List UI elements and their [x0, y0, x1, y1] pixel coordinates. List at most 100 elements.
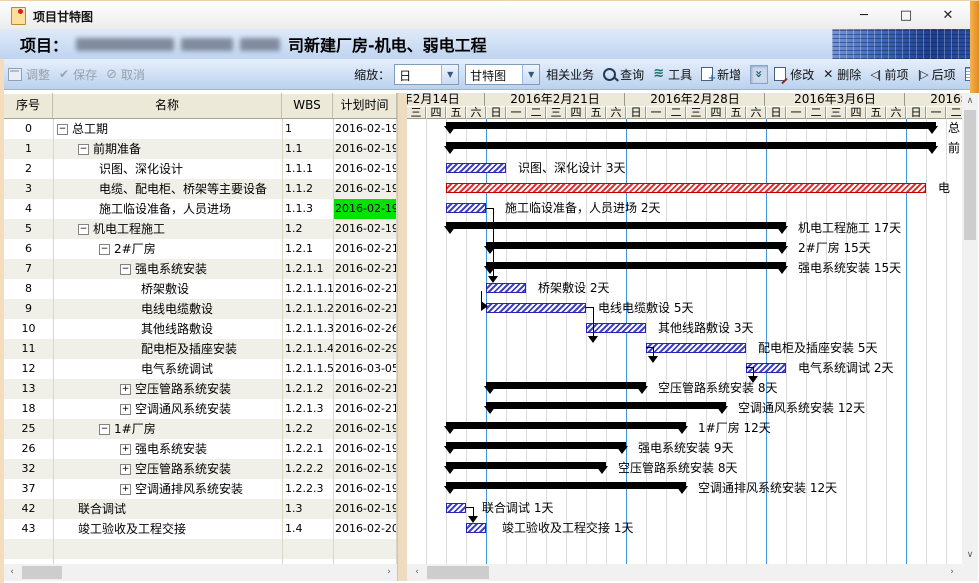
column-header-2[interactable]: 名称 — [53, 93, 282, 118]
expand-icon[interactable]: + — [120, 404, 131, 415]
task-name: 强电系统安装 — [135, 439, 207, 459]
minimize-button[interactable]: ─ — [843, 1, 885, 29]
adjust-icon — [8, 68, 22, 81]
table-row[interactable]: 10其他线路敷设1.2.1.1.32016-02-26 — [4, 319, 397, 339]
table-row[interactable]: 43竣工验收及工程交接1.42016-02-20 — [4, 519, 397, 539]
collapse-icon[interactable]: − — [99, 244, 110, 255]
gantt-summary-bar[interactable] — [446, 482, 686, 489]
gantt-summary-bar[interactable] — [486, 262, 786, 269]
table-row[interactable]: 7−强电系统安装1.2.1.12016-02-21 — [4, 259, 397, 279]
timescale-day-cell: 日 — [486, 106, 506, 119]
delete-button[interactable]: ✕删除 — [823, 66, 861, 83]
table-row[interactable]: 8桥架敷设1.2.1.1.12016-02-21 — [4, 279, 397, 299]
related-business-button[interactable]: 相关业务 — [546, 66, 594, 83]
gantt-summary-bar[interactable] — [446, 462, 606, 469]
collapse-icon[interactable]: − — [57, 124, 68, 135]
gantt-summary-bar[interactable] — [446, 422, 686, 429]
query-button[interactable]: 查询 — [603, 66, 644, 83]
timescale-week-label: 2016年2月21日 — [486, 93, 625, 106]
timescale-day-cell: 三 — [407, 106, 426, 119]
gantt-summary-bar[interactable] — [486, 382, 646, 389]
gantt-task-bar[interactable] — [446, 163, 506, 173]
gantt-summary-bar[interactable] — [446, 222, 786, 229]
table-row[interactable]: 12电气系统调试1.2.1.1.52016-03-05 — [4, 359, 397, 379]
cancel-button[interactable]: ⊘取消 — [106, 66, 145, 83]
scroll-up-icon[interactable]: ∧ — [962, 93, 978, 109]
table-row[interactable]: 26+强电系统安装1.2.2.12016-02-19 — [4, 439, 397, 459]
view-select[interactable]: 甘特图▼ — [465, 64, 540, 85]
table-row[interactable]: 0−总工期12016-02-19 — [4, 119, 397, 139]
zoom-select[interactable]: 日▼ — [394, 64, 459, 85]
gantt-vertical-scrollbar[interactable]: ∧ ∨ — [962, 93, 978, 564]
table-row[interactable]: 4施工临设准备，人员进场1.1.32016-02-19 — [4, 199, 397, 219]
table-row[interactable]: 3电缆、配电柜、桥架等主要设备1.1.22016-02-19 — [4, 179, 397, 199]
table-row[interactable]: 2识图、深化设计1.1.12016-02-19 — [4, 159, 397, 179]
scrollbar-thumb[interactable] — [427, 566, 489, 579]
row-planned-date: 2016-02-21 — [333, 279, 397, 299]
scroll-left-icon[interactable]: ‹ — [409, 564, 425, 581]
gantt-task-bar[interactable] — [446, 183, 926, 193]
gantt-task-bar[interactable] — [646, 343, 746, 353]
table-row[interactable]: 25−1#厂房1.2.22016-02-19 — [4, 419, 397, 439]
expand-icon[interactable]: + — [120, 484, 131, 495]
collapse-icon[interactable]: − — [78, 224, 89, 235]
column-header-3[interactable]: WBS — [282, 93, 333, 118]
gantt-task-bar[interactable] — [486, 283, 526, 293]
table-row[interactable]: 18+空调通风系统安装1.2.1.32016-02-21 — [4, 399, 397, 419]
collapse-icon[interactable]: − — [78, 144, 89, 155]
scroll-left-icon[interactable]: ‹ — [4, 564, 20, 581]
table-row[interactable]: 6−2#厂房1.2.12016-02-21 — [4, 239, 397, 259]
gantt-task-bar[interactable] — [746, 363, 786, 373]
collapse-icon[interactable]: − — [120, 264, 131, 275]
gantt-summary-bar[interactable] — [446, 122, 936, 129]
column-header-4[interactable]: 计划时间 — [333, 93, 397, 118]
table-row[interactable]: 5−机电工程施工1.22016-02-19 — [4, 219, 397, 239]
table-row[interactable]: 37+空调通排风系统安装1.2.2.32016-02-19 — [4, 479, 397, 499]
table-row[interactable]: 1−前期准备1.12016-02-19 — [4, 139, 397, 159]
prev-item-button[interactable]: ◁|前项 — [870, 66, 908, 83]
row-wbs: 1.2.1.1.1 — [282, 279, 333, 299]
table-row[interactable]: 32+空压管路系统安装1.2.2.22016-02-19 — [4, 459, 397, 479]
timescale-day-cell: 三 — [686, 106, 706, 119]
expand-icon[interactable]: + — [120, 444, 131, 455]
table-horizontal-scrollbar[interactable]: ‹ › — [4, 564, 397, 581]
scroll-right-icon[interactable]: › — [944, 564, 960, 581]
table-row[interactable]: 13+空压管路系统安装1.2.1.22016-02-21 — [4, 379, 397, 399]
gantt-summary-bar[interactable] — [446, 142, 936, 149]
close-button[interactable]: ✕ — [927, 1, 969, 29]
scrollbar-thumb[interactable] — [22, 566, 62, 579]
panel-splitter[interactable] — [397, 93, 407, 581]
adjust-button[interactable]: 调整 — [8, 66, 50, 83]
add-button[interactable]: 新增 — [701, 66, 741, 83]
expand-chevron-button[interactable]: » — [750, 65, 768, 84]
column-header-1[interactable]: 序号 — [4, 93, 53, 118]
save-button[interactable]: ✔保存 — [59, 66, 97, 83]
scroll-right-icon[interactable]: › — [381, 564, 397, 581]
expand-icon[interactable]: + — [120, 464, 131, 475]
gantt-summary-bar[interactable] — [486, 402, 726, 409]
gantt-task-bar[interactable] — [486, 303, 586, 313]
modify-button[interactable]: 修改 — [774, 66, 814, 83]
gantt-horizontal-scrollbar[interactable]: ‹ › — [407, 564, 962, 581]
table-row[interactable]: 11配电柜及插座安装1.2.1.1.42016-02-29 — [4, 339, 397, 359]
scrollbar-thumb[interactable] — [964, 110, 976, 240]
chevron-down-icon[interactable]: ▼ — [522, 65, 539, 84]
gantt-task-bar[interactable] — [446, 503, 466, 513]
gantt-task-bar[interactable] — [466, 523, 486, 533]
expand-icon[interactable]: + — [120, 384, 131, 395]
gantt-summary-bar[interactable] — [446, 442, 626, 449]
gantt-summary-bar[interactable] — [486, 242, 786, 249]
gantt-task-bar[interactable] — [586, 323, 646, 333]
table-row[interactable]: 9电线电缆敷设1.2.1.1.22016-02-21 — [4, 299, 397, 319]
next-item-button[interactable]: |▷后项 — [918, 66, 956, 83]
gantt-task-bar[interactable] — [446, 203, 486, 213]
row-seq: 0 — [4, 119, 53, 139]
chevron-down-icon[interactable]: ▼ — [441, 65, 458, 84]
table-row[interactable]: 42联合调试1.32016-02-19 — [4, 499, 397, 519]
tools-button[interactable]: ≋工具 — [653, 66, 692, 83]
timescale-day-cell: 六 — [886, 106, 906, 119]
maximize-button[interactable]: □ — [885, 1, 927, 29]
scroll-down-icon[interactable]: ∨ — [962, 547, 978, 563]
collapse-icon[interactable]: − — [99, 424, 110, 435]
timescale-day-cell: 四 — [426, 106, 446, 119]
